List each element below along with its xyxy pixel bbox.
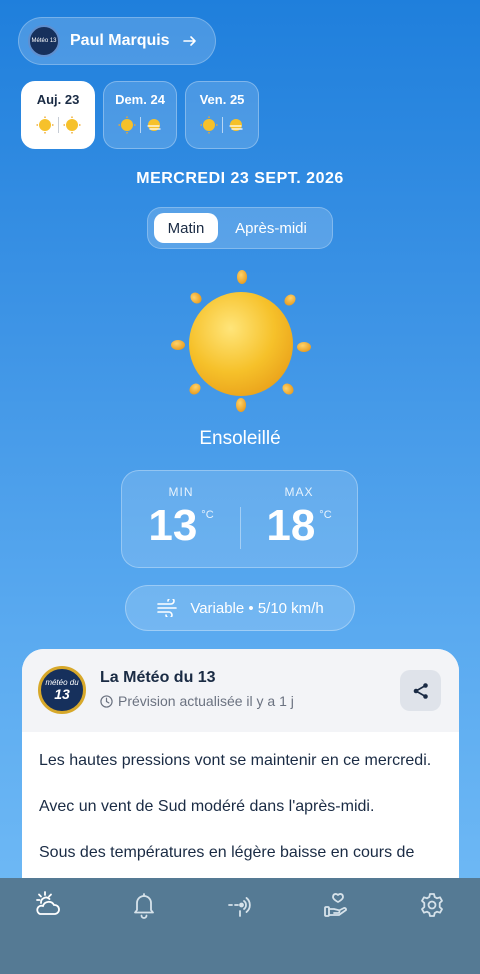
sun-wind-icon [228,119,243,131]
wind-icon [157,599,178,617]
update-status: Prévision actualisée il y a 1 j [100,693,294,709]
max-unit: °C [319,509,332,521]
sun-icon [200,116,217,134]
radar-icon [228,897,251,917]
max-label: MAX [284,485,314,499]
source-logo: météo du 13 [38,666,86,714]
source-title: La Météo du 13 [100,669,216,686]
weather-icon [36,891,60,915]
day-label: Ven. 25 [199,92,245,107]
min-unit: °C [201,509,214,521]
sun-icon [36,116,53,134]
wind-text: Variable • 5/10 km/h [190,599,324,617]
forecast-paragraph: Les hautes pressions vont se maintenir e… [39,752,432,769]
tab-alerts[interactable] [127,888,161,922]
forecast-card: météo du 13 La Météo du 13 Prévision act… [22,649,459,909]
bell-icon [134,893,154,919]
max-temperature: 18 [266,501,316,550]
tab-morning[interactable]: Matin [154,213,218,243]
temperature-panel: MIN 13 °C MAX 18 °C [121,470,358,568]
condition-label: Ensoleillé [199,428,281,449]
tab-radar[interactable] [223,888,257,922]
hand-heart-icon [324,893,347,917]
forecast-paragraph: Sous des températures en légère baisse e… [39,844,415,861]
gear-icon [421,893,443,917]
bottom-tab-bar [0,878,480,974]
forecast-paragraph: Avec un vent de Sud modéré dans l'après-… [39,798,375,815]
day-label: Auj. 23 [36,92,80,107]
day-label: Dem. 24 [115,92,165,107]
share-icon [413,682,428,699]
user-name: Paul Marquis [70,32,170,49]
tab-weather[interactable] [31,888,65,922]
sun-icon [118,116,135,134]
tab-afternoon[interactable]: Après-midi [218,213,324,243]
sun-wind-icon [146,119,161,131]
wind-badge: Variable • 5/10 km/h [125,585,355,631]
day-selector: Auj. 23 Dem. 24 Ven. 25 [21,81,259,149]
arrow-right-icon [182,36,196,46]
sun-icon [63,116,80,134]
tab-settings[interactable] [415,888,449,922]
day-tab-today[interactable]: Auj. 23 [21,81,95,149]
user-profile-button[interactable]: Météo 13 Paul Marquis [18,17,216,65]
day-tab-friday[interactable]: Ven. 25 [185,81,259,149]
share-button[interactable] [400,670,441,711]
min-temperature: 13 [148,501,198,550]
date-title: MERCREDI 23 SEPT. 2026 [136,170,344,187]
min-label: MIN [168,485,194,499]
sun-icon [171,270,311,412]
clock-icon [100,694,113,708]
tab-support[interactable] [319,888,353,922]
avatar: Météo 13 [28,25,60,57]
day-tab-tomorrow[interactable]: Dem. 24 [103,81,177,149]
period-toggle: Matin Après-midi [147,207,333,249]
